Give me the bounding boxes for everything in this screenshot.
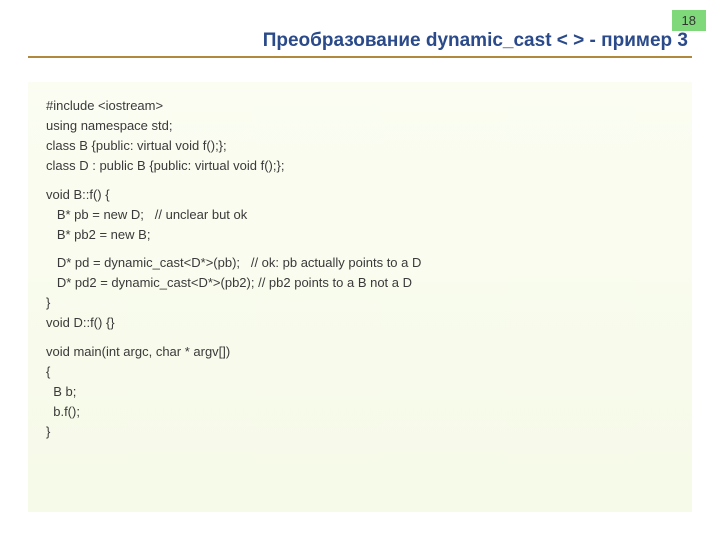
code-line: #include <iostream> (46, 96, 674, 116)
code-line: { (46, 362, 674, 382)
code-line: void D::f() {} (46, 313, 674, 333)
slide-title: Преобразование dynamic_cast < > - пример… (28, 30, 692, 52)
code-line: } (46, 422, 674, 442)
code-line: D* pd = dynamic_cast<D*>(pb); // ok: pb … (46, 253, 674, 273)
code-line: B* pb = new D; // unclear but ok (46, 205, 674, 225)
code-line: class D : public B {public: virtual void… (46, 156, 674, 176)
code-line: } (46, 293, 674, 313)
code-line: void main(int argc, char * argv[]) (46, 342, 674, 362)
code-line: void B::f() { (46, 185, 674, 205)
title-bar: Преобразование dynamic_cast < > - пример… (28, 30, 692, 58)
code-block: #include <iostream> using namespace std;… (28, 82, 692, 512)
code-line: using namespace std; (46, 116, 674, 136)
code-line: b.f(); (46, 402, 674, 422)
code-line: B b; (46, 382, 674, 402)
code-line: class B {public: virtual void f();}; (46, 136, 674, 156)
code-line: D* pd2 = dynamic_cast<D*>(pb2); // pb2 p… (46, 273, 674, 293)
code-line: B* pb2 = new B; (46, 225, 674, 245)
page-number: 18 (672, 10, 706, 31)
